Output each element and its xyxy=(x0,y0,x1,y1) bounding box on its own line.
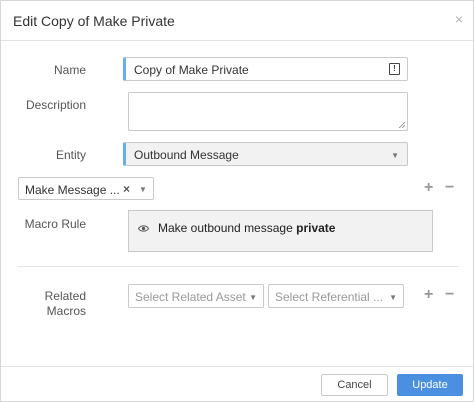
resize-grip-icon[interactable] xyxy=(398,121,405,128)
add-related-plus-icon[interactable]: + xyxy=(424,287,433,303)
remove-macro-minus-icon[interactable]: − xyxy=(445,180,454,196)
cancel-button[interactable]: Cancel xyxy=(321,374,388,396)
related-macros-label-line1: Related xyxy=(44,289,86,303)
dialog-footer: Cancel Update xyxy=(1,366,473,402)
referential-placeholder: Select Referential ... xyxy=(275,290,384,304)
section-divider xyxy=(17,266,459,267)
macro-rule-label: Macro Rule xyxy=(24,217,86,231)
name-value: Copy of Make Private xyxy=(134,63,249,77)
macro-rule-text-normal: Make outbound message xyxy=(158,221,293,235)
clear-icon[interactable]: × xyxy=(123,182,130,196)
chevron-down-icon: ▼ xyxy=(249,293,257,302)
chevron-down-icon: ▼ xyxy=(389,293,397,302)
description-textarea[interactable] xyxy=(128,92,408,131)
name-input[interactable]: Copy of Make Private ! xyxy=(123,57,408,81)
exclamation-icon: ! xyxy=(389,63,400,75)
close-icon[interactable]: × xyxy=(455,11,463,27)
related-asset-placeholder: Select Related Asset xyxy=(135,290,246,304)
entity-value: Outbound Message xyxy=(134,148,239,162)
entity-select[interactable]: Outbound Message ▼ xyxy=(123,142,408,166)
eye-icon[interactable] xyxy=(138,224,149,233)
macro-rule-text-bold: private xyxy=(296,221,336,235)
macro-select-value: Make Message ... xyxy=(25,183,120,197)
name-label: Name xyxy=(53,63,86,77)
dialog-title: Edit Copy of Make Private xyxy=(13,13,175,29)
macro-select[interactable]: Make Message ... × ▼ xyxy=(18,177,154,200)
update-button[interactable]: Update xyxy=(397,374,463,396)
related-macros-label-line2: Macros xyxy=(46,304,86,318)
referential-select[interactable]: Select Referential ... ▼ xyxy=(268,284,404,308)
macro-rule-text: Make outbound message private xyxy=(158,221,335,235)
description-label: Description xyxy=(25,98,86,112)
edit-macro-dialog: Edit Copy of Make Private × Name Copy of… xyxy=(0,0,474,402)
chevron-down-icon: ▼ xyxy=(391,151,399,160)
entity-label: Entity xyxy=(55,148,86,162)
related-asset-select[interactable]: Select Related Asset ▼ xyxy=(128,284,264,308)
chevron-down-icon: ▼ xyxy=(139,185,147,194)
dialog-header: Edit Copy of Make Private × xyxy=(1,1,473,41)
add-macro-plus-icon[interactable]: + xyxy=(424,180,433,196)
remove-related-minus-icon[interactable]: − xyxy=(445,287,454,303)
macro-rule-box: Make outbound message private xyxy=(128,210,433,252)
